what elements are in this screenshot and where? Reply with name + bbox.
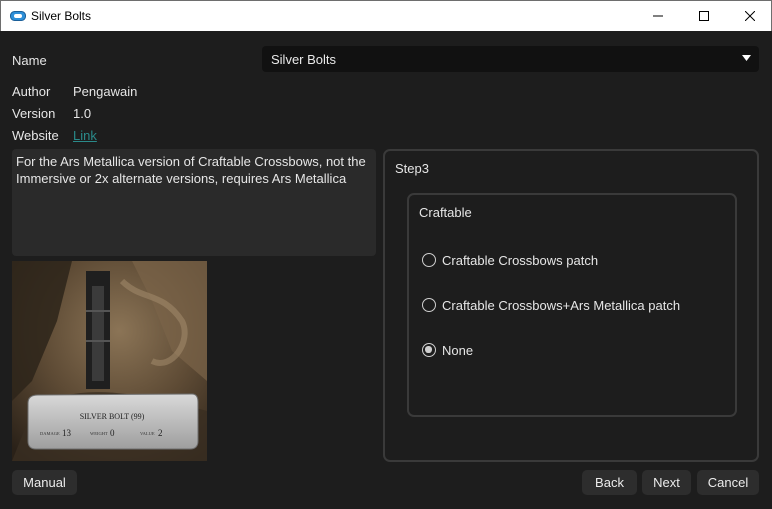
website-label: Website bbox=[12, 128, 59, 143]
craftable-group: Craftable Craftable Crossbows patch Craf… bbox=[407, 193, 737, 417]
version-value: 1.0 bbox=[73, 106, 92, 121]
cancel-button[interactable]: Cancel bbox=[697, 470, 759, 495]
preview-value-label: VALUE bbox=[140, 431, 155, 436]
name-label: Name bbox=[12, 53, 47, 68]
option-label: Craftable Crossbows+Ars Metallica patch bbox=[442, 297, 681, 313]
chevron-down-icon bbox=[742, 55, 751, 61]
step-title: Step3 bbox=[395, 161, 429, 176]
preview-title: SILVER BOLT (99) bbox=[80, 412, 145, 421]
mod-organizer-icon bbox=[10, 11, 26, 21]
maximize-button[interactable] bbox=[681, 1, 727, 31]
title-bar: Silver Bolts bbox=[0, 0, 772, 31]
minimize-icon bbox=[653, 15, 663, 17]
name-select[interactable]: Silver Bolts bbox=[262, 46, 759, 72]
manual-button[interactable]: Manual bbox=[12, 470, 77, 495]
author-value: Pengawain bbox=[73, 84, 138, 99]
option-label: Craftable Crossbows patch bbox=[442, 252, 599, 268]
back-button[interactable]: Back bbox=[582, 470, 637, 495]
option-craftable-crossbows-patch[interactable]: Craftable Crossbows patch bbox=[422, 251, 598, 269]
author-label: Author bbox=[12, 84, 51, 99]
version-label: Version bbox=[12, 106, 56, 121]
maximize-icon bbox=[699, 11, 709, 21]
close-icon bbox=[745, 11, 755, 21]
minimize-button[interactable] bbox=[635, 1, 681, 31]
preview-weight-value: 0 bbox=[110, 428, 115, 438]
preview-scene: SILVER BOLT (99) DAMAGE 13 WEIGHT 0 VALU… bbox=[12, 261, 207, 461]
preview-value-value: 2 bbox=[158, 428, 163, 438]
option-label: None bbox=[442, 342, 474, 358]
radio-button-checked[interactable] bbox=[422, 343, 436, 357]
description-box[interactable]: For the Ars Metallica version of Craftab… bbox=[12, 149, 376, 256]
radio-button[interactable] bbox=[422, 298, 436, 312]
window-title: Silver Bolts bbox=[31, 9, 92, 23]
option-craftable-crossbows-ars-metallica-patch[interactable]: Craftable Crossbows+Ars Metallica patch bbox=[422, 296, 680, 314]
website-link[interactable]: Link bbox=[73, 128, 97, 143]
preview-weight-label: WEIGHT bbox=[90, 431, 108, 436]
preview-damage-value: 13 bbox=[62, 428, 72, 438]
radio-button[interactable] bbox=[422, 253, 436, 267]
next-button[interactable]: Next bbox=[642, 470, 691, 495]
preview-image[interactable]: SILVER BOLT (99) DAMAGE 13 WEIGHT 0 VALU… bbox=[12, 261, 207, 461]
group-title: Craftable bbox=[419, 205, 472, 220]
option-none[interactable]: None bbox=[422, 341, 473, 359]
step-panel: Step3 Craftable Craftable Crossbows patc… bbox=[383, 149, 759, 462]
close-button[interactable] bbox=[727, 1, 772, 31]
preview-damage-label: DAMAGE bbox=[40, 431, 60, 436]
name-select-value: Silver Bolts bbox=[271, 52, 337, 67]
